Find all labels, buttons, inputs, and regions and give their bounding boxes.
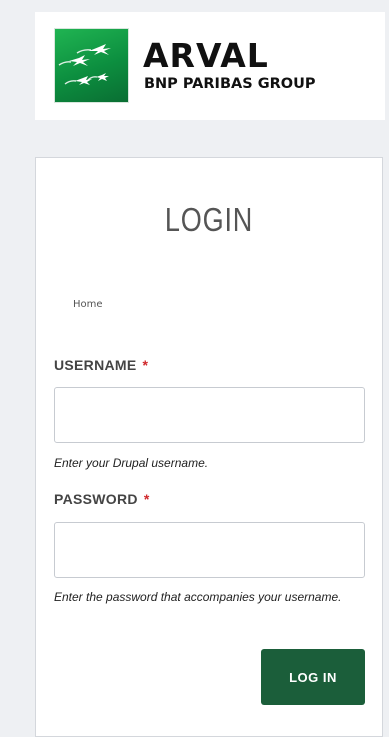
log-in-button[interactable]: LOG IN <box>261 649 365 705</box>
breadcrumb-home-link[interactable]: Home <box>73 299 103 310</box>
bnp-stars-logo-icon[interactable] <box>54 28 129 103</box>
brand-group-name: BNP PARIBAS GROUP <box>144 76 316 92</box>
login-form-card: LOGIN Home USERNAME * Enter your Drupal u… <box>35 157 383 737</box>
username-input[interactable] <box>54 387 365 443</box>
username-hint: Enter your Drupal username. <box>54 456 209 470</box>
page-title: LOGIN <box>164 201 254 238</box>
site-header: ARVAL BNP PARIBAS GROUP <box>35 12 385 120</box>
password-hint: Enter the password that accompanies your… <box>54 590 342 604</box>
password-label-text: PASSWORD <box>54 491 138 507</box>
brand-name: ARVAL <box>143 36 269 75</box>
password-input[interactable] <box>54 522 365 578</box>
username-label: USERNAME * <box>54 357 148 373</box>
required-marker: * <box>142 357 149 373</box>
page-background <box>0 0 12 725</box>
password-label: PASSWORD * <box>54 491 150 507</box>
required-marker: * <box>143 491 150 507</box>
username-label-text: USERNAME <box>54 357 137 373</box>
